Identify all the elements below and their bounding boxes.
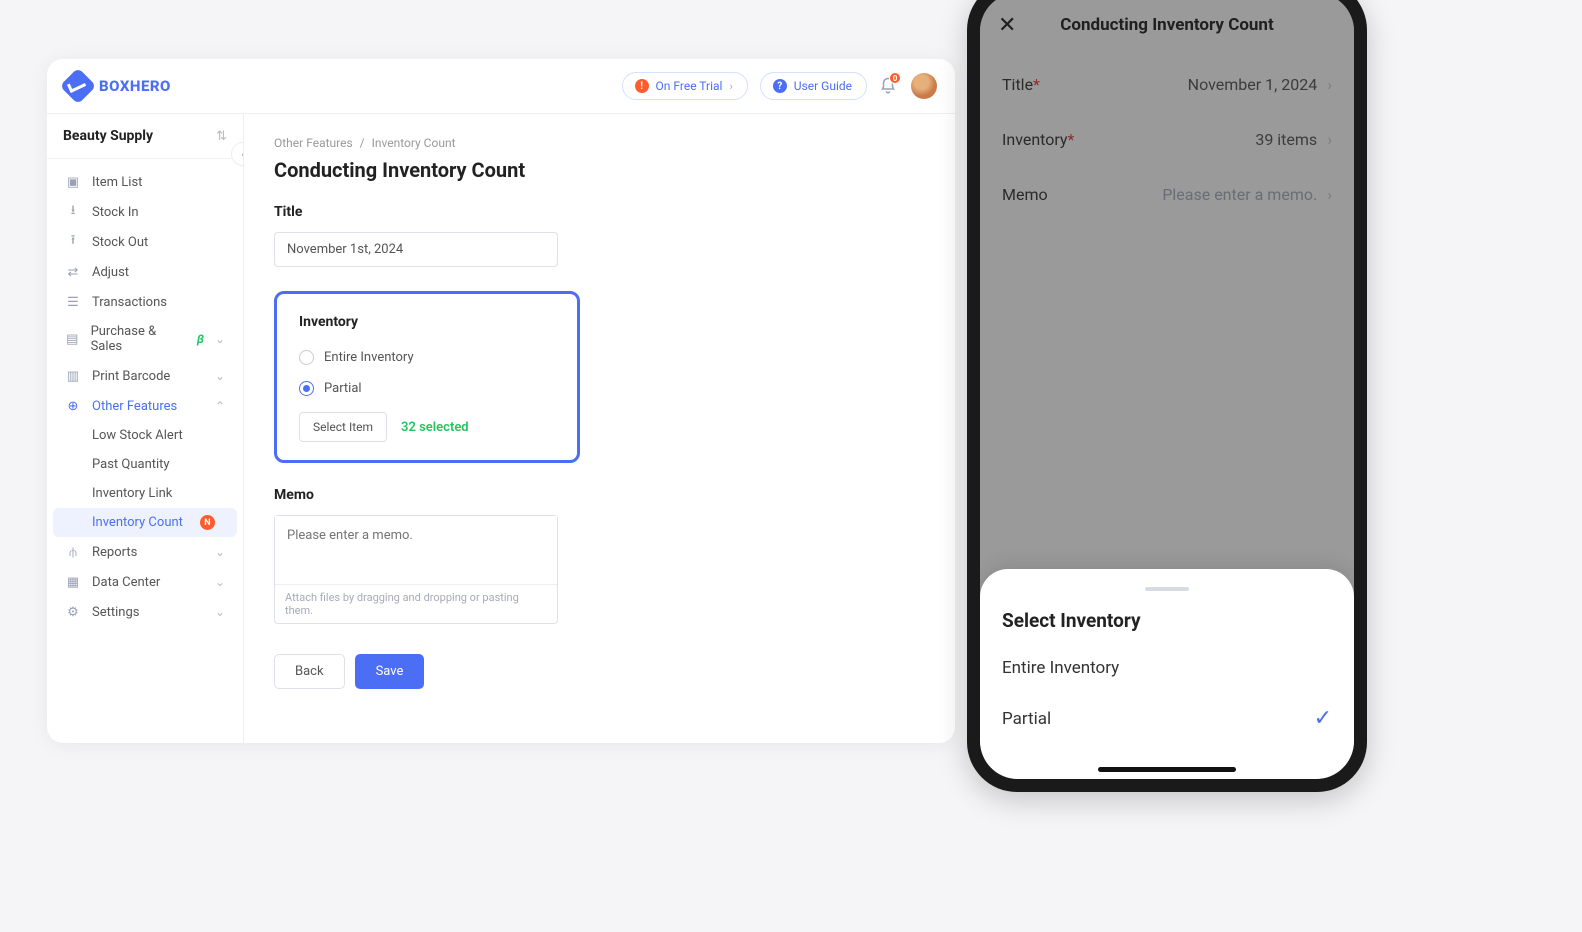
chevron-up-icon: ⌃ xyxy=(215,399,225,413)
nav-past-quantity[interactable]: Past Quantity xyxy=(47,450,243,479)
chart-icon: ⫛ xyxy=(65,544,81,560)
free-trial-label: On Free Trial xyxy=(656,79,723,93)
title-input[interactable] xyxy=(274,232,558,267)
sidebar: ‹ Beauty Supply ⇅ ▣Item List ⭳Stock In ⭱… xyxy=(47,114,244,743)
nav-inventory-count[interactable]: Inventory CountN xyxy=(53,508,237,537)
brand-logo[interactable]: BOXHERO xyxy=(65,73,171,99)
nav-list: ▣Item List ⭳Stock In ⭱Stock Out ⇄Adjust … xyxy=(47,159,243,635)
inventory-card: Inventory Entire Inventory Partial Selec… xyxy=(274,291,580,463)
check-icon: ✓ xyxy=(1314,706,1332,731)
nav-transactions[interactable]: ☰Transactions xyxy=(47,287,243,317)
attach-hint: Attach files by dragging and dropping or… xyxy=(275,584,557,623)
nav-other-features[interactable]: ⊕Other Features⌃ xyxy=(47,391,243,421)
nav-adjust[interactable]: ⇄Adjust xyxy=(47,257,243,287)
notifications-button[interactable]: 0 xyxy=(879,76,897,96)
sheet-option-entire[interactable]: Entire Inventory xyxy=(1002,644,1332,692)
beta-badge: β xyxy=(197,332,204,346)
nav-low-stock[interactable]: Low Stock Alert xyxy=(47,421,243,450)
avatar[interactable] xyxy=(911,73,937,99)
plus-circle-icon: ⊕ xyxy=(65,398,81,414)
memo-section-label: Memo xyxy=(274,487,925,503)
free-trial-button[interactable]: ! On Free Trial › xyxy=(622,72,748,100)
list-icon: ☰ xyxy=(65,294,81,310)
nav-inventory-link[interactable]: Inventory Link xyxy=(47,479,243,508)
database-icon: ▦ xyxy=(65,574,81,590)
radio-icon-selected xyxy=(299,381,314,396)
chevron-down-icon: ⌄ xyxy=(215,605,225,619)
save-button[interactable]: Save xyxy=(355,654,425,689)
team-name: Beauty Supply xyxy=(63,128,153,144)
user-guide-label: User Guide xyxy=(794,79,852,93)
nav-item-list[interactable]: ▣Item List xyxy=(47,167,243,197)
breadcrumb-a[interactable]: Other Features xyxy=(274,136,353,150)
memo-box: Attach files by dragging and dropping or… xyxy=(274,515,558,624)
new-badge: N xyxy=(200,515,215,530)
radio-entire-inventory[interactable]: Entire Inventory xyxy=(299,350,555,365)
selected-count: 32 selected xyxy=(401,420,469,435)
question-icon: ? xyxy=(773,79,787,93)
breadcrumb: Other Features / Inventory Count xyxy=(274,136,925,150)
radio-icon xyxy=(299,350,314,365)
exclamation-icon: ! xyxy=(635,79,649,93)
nav-settings[interactable]: ⚙Settings⌄ xyxy=(47,597,243,627)
barcode-icon: ▥ xyxy=(65,368,81,384)
nav-print-barcode[interactable]: ▥Print Barcode⌄ xyxy=(47,361,243,391)
radio-partial[interactable]: Partial xyxy=(299,381,555,396)
title-section-label: Title xyxy=(274,204,925,220)
chevron-down-icon: ⌄ xyxy=(215,575,225,589)
nav-reports[interactable]: ⫛Reports⌄ xyxy=(47,537,243,567)
main-content: Other Features / Inventory Count Conduct… xyxy=(244,114,955,743)
sheet-option-partial[interactable]: Partial ✓ xyxy=(1002,692,1332,745)
phone-screen: ✕ Conducting Inventory Count Title* Nove… xyxy=(980,0,1354,779)
inventory-section-label: Inventory xyxy=(299,314,555,330)
chevron-down-icon: ⌄ xyxy=(215,545,225,559)
upload-icon: ⭱ xyxy=(65,234,81,250)
sheet-title: Select Inventory xyxy=(1002,609,1332,632)
breadcrumb-b[interactable]: Inventory Count xyxy=(372,136,456,150)
gear-icon: ⚙ xyxy=(65,604,81,620)
select-inventory-sheet: Select Inventory Entire Inventory Partia… xyxy=(980,569,1354,779)
sort-icon: ⇅ xyxy=(216,129,227,144)
download-icon: ⭳ xyxy=(65,204,81,220)
logo-icon xyxy=(60,68,97,105)
team-switcher[interactable]: Beauty Supply ⇅ xyxy=(47,114,243,159)
nav-stock-out[interactable]: ⭱Stock Out xyxy=(47,227,243,257)
nav-purchase-sales[interactable]: ▤Purchase & Salesβ⌄ xyxy=(47,317,243,361)
notification-badge: 0 xyxy=(889,72,901,84)
chevron-down-icon: ⌄ xyxy=(215,369,225,383)
user-guide-button[interactable]: ? User Guide xyxy=(760,72,867,100)
nav-stock-in[interactable]: ⭳Stock In xyxy=(47,197,243,227)
breadcrumb-sep: / xyxy=(360,136,365,150)
chevron-right-icon: › xyxy=(729,80,732,93)
home-indicator xyxy=(1098,767,1236,772)
select-item-button[interactable]: Select Item xyxy=(299,412,387,442)
page-title: Conducting Inventory Count xyxy=(274,158,925,182)
adjust-icon: ⇄ xyxy=(65,264,81,280)
desktop-window: BOXHERO ! On Free Trial › ? User Guide 0… xyxy=(47,59,955,743)
nav-data-center[interactable]: ▦Data Center⌄ xyxy=(47,567,243,597)
topbar: BOXHERO ! On Free Trial › ? User Guide 0 xyxy=(47,59,955,114)
box-icon: ▣ xyxy=(65,174,81,190)
logo-text: BOXHERO xyxy=(99,77,171,95)
phone-frame: ✕ Conducting Inventory Count Title* Nove… xyxy=(967,0,1367,792)
nav-sub-other-features: Low Stock Alert Past Quantity Inventory … xyxy=(47,421,243,537)
back-button[interactable]: Back xyxy=(274,654,345,689)
receipt-icon: ▤ xyxy=(65,331,80,347)
chevron-down-icon: ⌄ xyxy=(215,332,225,346)
sheet-handle[interactable] xyxy=(1145,587,1189,591)
memo-textarea[interactable] xyxy=(275,516,557,580)
